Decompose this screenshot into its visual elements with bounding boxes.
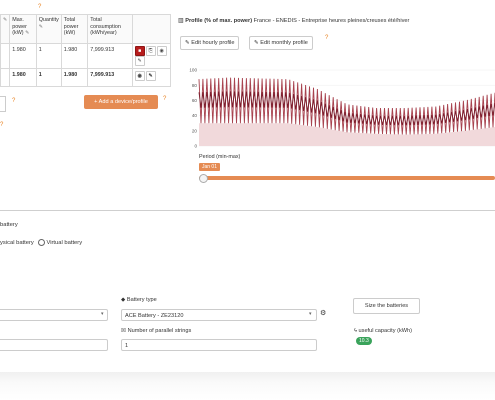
period-date-tag: Jan 01 xyxy=(199,163,220,171)
battery-section-title: battery xyxy=(0,222,18,228)
capacity-badge: 10.3 xyxy=(356,337,372,345)
checkbox-icon: ☒ xyxy=(121,328,127,334)
edit-monthly-profile-button[interactable]: ✎ Edit monthly profile xyxy=(249,36,313,50)
table-header-edit: ✎ xyxy=(0,14,11,44)
edit-icon[interactable]: ✎ xyxy=(25,30,29,36)
table-header-actions xyxy=(131,14,172,44)
edit-icon[interactable]: ✎ xyxy=(145,71,156,81)
pencil-icon: ✎ xyxy=(185,40,190,46)
chevron-down-icon: ▾ xyxy=(101,311,104,317)
table-header-max-power: Max. power (kW) ✎ xyxy=(9,14,37,44)
edit-hourly-profile-button[interactable]: ✎ Edit hourly profile xyxy=(180,36,240,50)
help-icon[interactable]: ? xyxy=(163,96,166,102)
table-cell: 1 xyxy=(35,68,62,87)
capacity-label: ϟ useful capacity (kWh) xyxy=(354,328,412,334)
gear-icon[interactable]: ⚙ xyxy=(320,309,326,317)
help-icon[interactable]: ? xyxy=(12,98,15,104)
bar-chart-icon: ▥ xyxy=(178,18,184,24)
table-cell: 1 xyxy=(35,43,62,69)
edit-icon[interactable]: ✎ xyxy=(134,56,145,66)
radio-virtual[interactable] xyxy=(38,239,46,246)
table-cell: 7,999.913 xyxy=(87,68,133,87)
table-cell: 7,999.913 xyxy=(87,43,133,69)
chart-header: ▥ Profile (% of max. power) France - ENE… xyxy=(178,17,409,24)
chart-title: Profile (% of max. power) xyxy=(185,18,253,24)
y-tick-label: 0 xyxy=(194,144,197,149)
table-cell xyxy=(0,68,11,87)
button-label: Edit hourly profile xyxy=(191,40,235,46)
copy-icon[interactable]: ⎘ xyxy=(145,46,156,56)
truncated-input[interactable] xyxy=(0,96,6,112)
radio-physical-label[interactable]: ysical battery xyxy=(0,240,34,246)
header-label: Quantity xyxy=(38,17,59,23)
table-cell xyxy=(0,43,11,69)
bottom-shadow xyxy=(0,372,495,400)
help-icon[interactable]: ? xyxy=(38,4,41,10)
table-header-consumption: Total consumption (kWh/year) xyxy=(87,14,133,44)
section-divider xyxy=(0,210,495,211)
edit-icon[interactable]: ✎ xyxy=(3,17,7,23)
table-cell: 1.980 xyxy=(60,43,89,69)
period-slider-track[interactable] xyxy=(199,176,495,180)
devices-table: ✎ Max. power (kW) ✎ Quantity ✎ Total pow… xyxy=(0,14,172,87)
battery-type-select[interactable]: ACE Battery - ZE23120 xyxy=(121,309,317,321)
parallel-strings-input[interactable]: 1 xyxy=(121,339,317,351)
table-cell: 1.980 xyxy=(60,68,89,87)
size-batteries-button[interactable]: Size the batteries xyxy=(353,298,420,314)
table-cell: 1.980 xyxy=(9,68,37,87)
left-select[interactable] xyxy=(0,309,108,321)
bolt-icon: ϟ xyxy=(354,328,357,334)
battery-type-label: ◆ Battery type xyxy=(121,297,157,303)
table-total-row: 1.980 1 1.980 7,999.913 ◉ ✎ xyxy=(0,68,172,87)
radio-virtual-label[interactable]: Virtual battery xyxy=(46,240,82,246)
chevron-down-icon: ▾ xyxy=(309,311,312,317)
y-tick-label: 20 xyxy=(192,128,198,133)
period-label: Period (min-max) xyxy=(199,154,241,160)
battery-kind-radio-group: ysical battery Virtual battery xyxy=(0,239,82,246)
table-row: 1.980 1 1.980 7,999.913 ■ ⎘ ◉ ✎ xyxy=(0,43,172,69)
label-text: Number of parallel strings xyxy=(127,328,192,334)
table-header-quantity: Quantity ✎ xyxy=(35,14,62,44)
tag-icon: ◆ xyxy=(121,297,126,303)
left-input[interactable] xyxy=(0,339,108,351)
eye-icon[interactable]: ◉ xyxy=(156,46,167,56)
y-tick-label: 80 xyxy=(192,83,198,88)
eye-icon[interactable]: ◉ xyxy=(134,71,145,81)
label-text: Battery type xyxy=(126,297,157,303)
button-label: Edit monthly profile xyxy=(260,40,308,46)
y-tick-label: 40 xyxy=(192,113,198,118)
row-actions: ■ ⎘ ◉ ✎ xyxy=(131,43,172,69)
chart-subtitle: France - ENEDIS - Entreprise heures plei… xyxy=(253,18,410,24)
y-tick-label: 60 xyxy=(192,98,198,103)
table-cell: 1.980 xyxy=(9,43,37,69)
add-device-button[interactable]: + Add a device/profile xyxy=(84,95,158,109)
edit-icon[interactable]: ✎ xyxy=(39,24,43,30)
delete-icon[interactable]: ■ xyxy=(134,46,145,56)
profile-chart: 100 80 60 40 20 0 xyxy=(189,68,495,149)
table-header-row: ✎ Max. power (kW) ✎ Quantity ✎ Total pow… xyxy=(0,14,172,44)
y-tick-label: 100 xyxy=(189,68,197,73)
table-header-total-power: Total power (kW) xyxy=(60,14,89,44)
main-panel: ✎ Max. power (kW) ✎ Quantity ✎ Total pow… xyxy=(0,0,495,372)
pencil-icon: ✎ xyxy=(254,40,259,46)
period-slider-handle[interactable] xyxy=(199,174,208,183)
row-actions: ◉ ✎ xyxy=(131,68,172,87)
help-icon[interactable]: ? xyxy=(325,35,328,41)
label-text: useful capacity (kWh) xyxy=(358,328,412,334)
help-icon[interactable]: ? xyxy=(0,122,3,128)
parallel-strings-label: ☒ Number of parallel strings xyxy=(121,328,191,334)
